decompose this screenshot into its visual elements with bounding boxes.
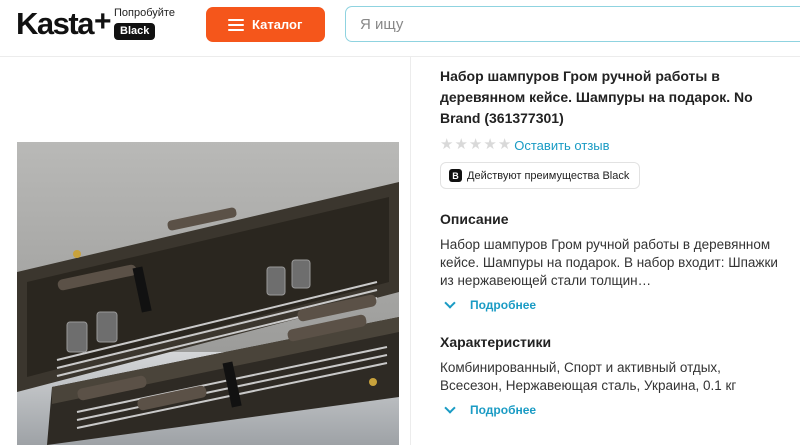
chevron-down-icon [444, 297, 456, 309]
gallery-separator [410, 57, 411, 445]
description-title: Описание [440, 211, 509, 227]
star-icon[interactable]: ★ [469, 137, 482, 153]
star-icon[interactable]: ★ [454, 137, 467, 153]
catalog-button[interactable]: Каталог [206, 7, 325, 42]
product-image[interactable] [17, 142, 399, 445]
search-input[interactable] [345, 6, 800, 42]
more-label: Подробнее [470, 403, 537, 417]
leave-review-link[interactable]: Оставить отзыв [514, 138, 609, 153]
star-icon[interactable]: ★ [483, 137, 496, 153]
promo-text: Попробуйте [114, 7, 175, 19]
black-b-icon: B [449, 169, 462, 182]
black-benefit-badge[interactable]: B Действуют преимущества Black [440, 162, 641, 189]
characteristics-title: Характеристики [440, 334, 552, 350]
star-icon[interactable]: ★ [440, 137, 453, 153]
product-title: Набор шампуров Гром ручной работы в дере… [440, 68, 753, 126]
characteristics-more-button[interactable]: Подробнее [440, 402, 780, 417]
benefit-text: Действуют преимущества Black [467, 169, 630, 182]
rating-row: ★ ★ ★ ★ ★ Оставить отзыв [440, 137, 780, 153]
chevron-down-icon [444, 402, 456, 414]
skewer-set-photo [17, 142, 399, 445]
black-promo[interactable]: Попробуйте Black [114, 7, 175, 40]
site-header: Kasta+ Попробуйте Black Каталог [0, 0, 800, 50]
header-divider [0, 56, 800, 57]
description-more-button[interactable]: Подробнее [440, 297, 780, 312]
logo-text: Kasta [16, 6, 94, 41]
catalog-label: Каталог [252, 17, 303, 32]
black-badge: Black [114, 23, 156, 40]
product-info: Набор шампуров Гром ручной работы в дере… [440, 66, 780, 417]
description-text: Набор шампуров Гром ручной работы в дере… [440, 237, 778, 288]
characteristics-text: Комбинированный, Спорт и активный отдых,… [440, 360, 737, 393]
more-label: Подробнее [470, 298, 537, 312]
menu-icon [228, 18, 244, 31]
star-icon[interactable]: ★ [498, 137, 511, 153]
kasta-logo[interactable]: Kasta+ [16, 5, 112, 43]
logo-plus: + [93, 5, 112, 38]
